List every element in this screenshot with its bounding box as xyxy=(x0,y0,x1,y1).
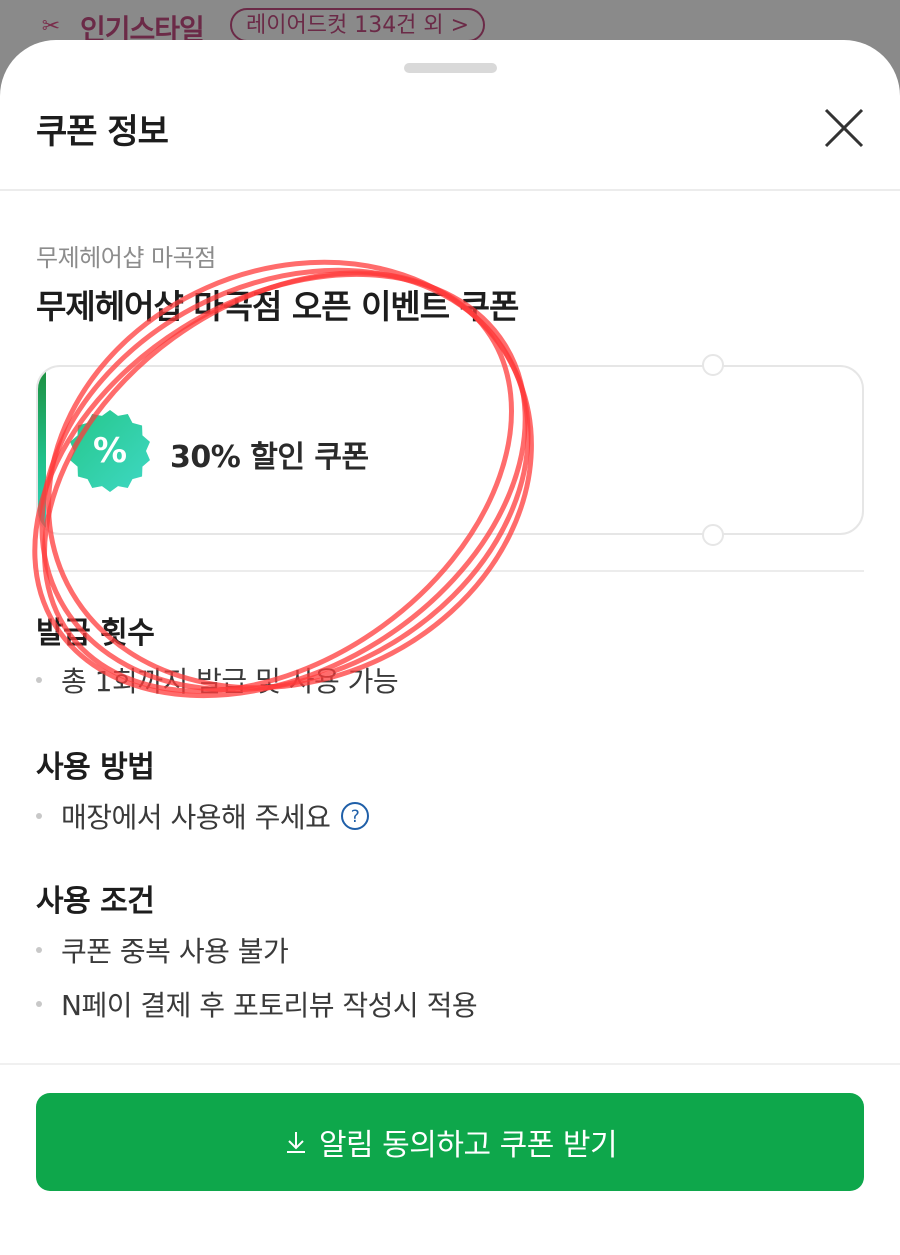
section-title-conditions: 사용 조건 xyxy=(36,884,155,919)
content-divider xyxy=(36,570,864,572)
section-title-usage: 사용 방법 xyxy=(36,750,155,785)
bullet-dot xyxy=(36,1001,42,1007)
coupon-label: 30% 할인 쿠폰 xyxy=(170,440,369,475)
header-divider xyxy=(0,189,900,191)
ticket-notch-top xyxy=(702,354,724,376)
help-icon[interactable]: ? xyxy=(340,801,370,831)
get-coupon-button[interactable]: 알림 동의하고 쿠폰 받기 xyxy=(36,1093,864,1191)
list-item: N페이 결제 후 포토리뷰 작성시 적용 xyxy=(36,984,478,1024)
svg-text:?: ? xyxy=(351,807,360,827)
list-item: 쿠폰 중복 사용 불가 xyxy=(36,930,289,970)
shop-name: 무제헤어샵 마곡점 xyxy=(36,244,216,272)
bullet-dot xyxy=(36,947,42,953)
section-title-issue-count: 발급 횟수 xyxy=(36,616,155,651)
bullet-dot xyxy=(36,813,42,819)
list-item-text: 총 1회까지 발급 및 사용 가능 xyxy=(61,665,399,698)
coupon-stripe xyxy=(38,367,46,533)
download-icon xyxy=(286,1132,305,1153)
popular-style-pill[interactable]: 레이어드컷 134건 외 > xyxy=(230,8,486,42)
coupon-title: 무제헤어샵 마곡점 오픈 이벤트 쿠폰 xyxy=(36,287,519,326)
close-icon[interactable] xyxy=(822,106,866,150)
footer-divider xyxy=(0,1063,900,1065)
percent-badge-icon: % xyxy=(70,410,150,492)
list-item-text: 매장에서 사용해 주세요 xyxy=(61,801,331,834)
badge-text: % xyxy=(93,431,127,471)
scissor-icon: ✂ xyxy=(41,14,61,39)
coupon-ticket xyxy=(36,365,864,535)
list-item-text: N페이 결제 후 포토리뷰 작성시 적용 xyxy=(61,989,478,1022)
drag-handle[interactable] xyxy=(404,63,497,73)
get-coupon-label: 알림 동의하고 쿠폰 받기 xyxy=(318,1128,618,1163)
list-item: 매장에서 사용해 주세요 ? xyxy=(36,796,370,836)
bullet-dot xyxy=(36,677,42,683)
ticket-notch-bottom xyxy=(702,524,724,546)
sheet-title: 쿠폰 정보 xyxy=(36,112,169,152)
list-item: 총 1회까지 발급 및 사용 가능 xyxy=(36,660,399,700)
list-item-text: 쿠폰 중복 사용 불가 xyxy=(61,935,289,968)
